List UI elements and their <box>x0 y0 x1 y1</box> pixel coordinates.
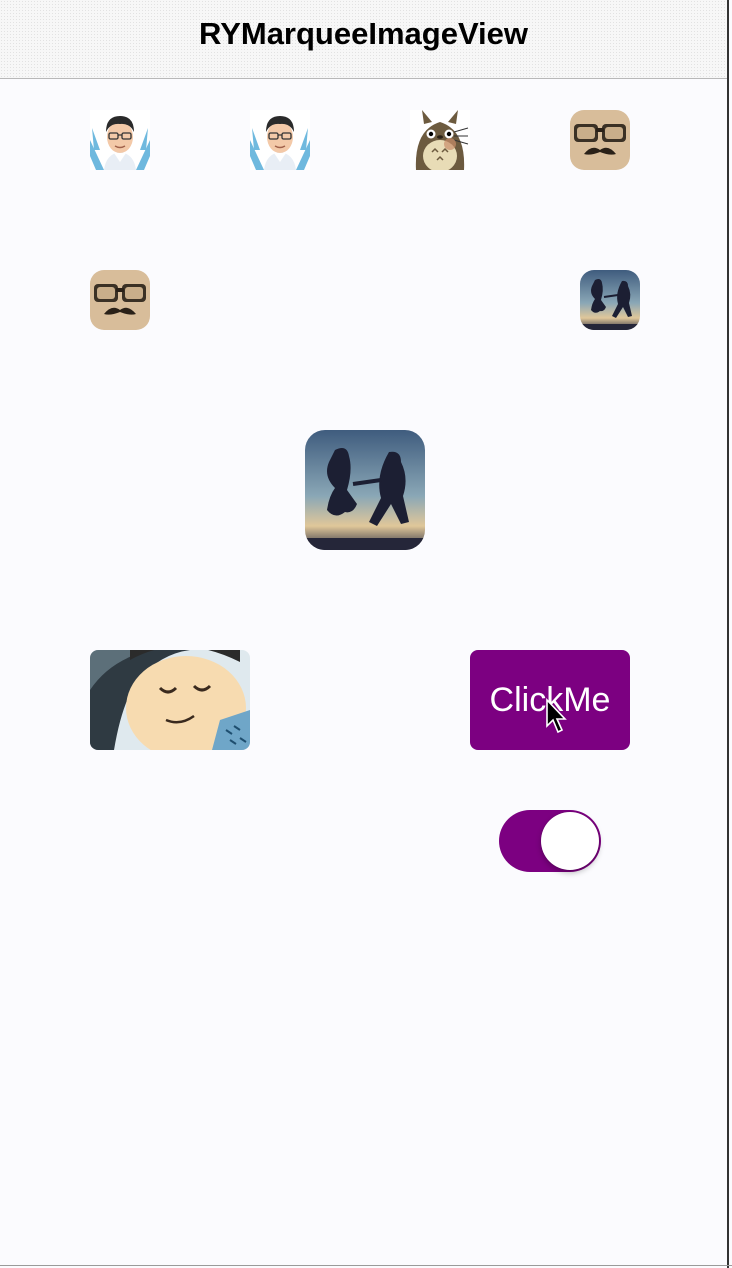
cursor-arrow-icon <box>546 698 567 734</box>
screen-bottom-edge <box>0 1265 732 1266</box>
glasses-mustache-avatar-icon[interactable] <box>570 110 630 170</box>
man-avatar-icon[interactable] <box>90 110 150 170</box>
toggle-switch[interactable] <box>499 810 601 872</box>
jumping-couple-photo[interactable] <box>580 270 640 330</box>
nav-title: RYMarqueeImageView <box>198 16 529 51</box>
glasses-mustache-avatar-icon[interactable] <box>90 270 150 330</box>
toggle-knob <box>541 812 599 870</box>
smiling-boy-photo[interactable] <box>90 650 250 750</box>
screen-edge <box>727 0 729 1268</box>
navigation-bar: RYMarqueeImageView <box>0 0 727 79</box>
jumping-couple-photo[interactable] <box>305 430 425 550</box>
totoro-avatar-icon[interactable] <box>410 110 470 170</box>
man-avatar-icon[interactable] <box>250 110 310 170</box>
